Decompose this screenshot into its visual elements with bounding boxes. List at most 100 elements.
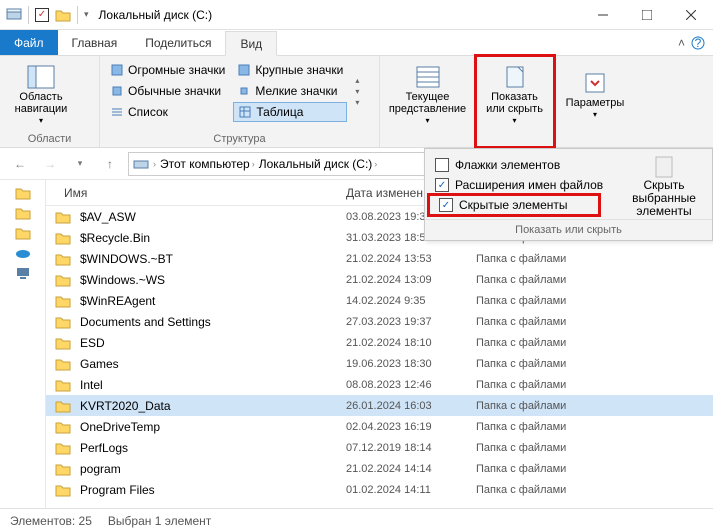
file-type: Папка с файлами bbox=[476, 463, 713, 475]
ribbon-collapse-icon[interactable]: ˄ bbox=[678, 36, 685, 50]
breadcrumb-root[interactable]: Этот компьютер › bbox=[160, 157, 255, 171]
file-type: Папка с файлами bbox=[476, 337, 713, 349]
breadcrumb-drive[interactable]: Локальный диск (C:) › bbox=[259, 157, 378, 171]
table-row[interactable]: Documents and Settings27.03.2023 19:37Па… bbox=[46, 311, 713, 332]
icons-icon bbox=[110, 63, 124, 77]
table-row[interactable]: OneDriveTemp02.04.2023 16:19Папка с файл… bbox=[46, 416, 713, 437]
folder-icon[interactable] bbox=[15, 206, 31, 220]
checkbox-icon bbox=[435, 158, 449, 172]
table-row[interactable]: Games19.06.2023 18:30Папка с файлами bbox=[46, 353, 713, 374]
folder-icon bbox=[55, 8, 71, 22]
separator bbox=[77, 6, 78, 24]
hide-selected-button[interactable]: Скрыть выбранные элементы bbox=[624, 155, 704, 219]
options-button[interactable]: Параметры ▾ bbox=[560, 60, 630, 130]
table-row[interactable]: KVRT2020_Data26.01.2024 16:03Папка с фай… bbox=[46, 395, 713, 416]
help-icon[interactable]: ? bbox=[691, 36, 705, 50]
close-button[interactable] bbox=[669, 0, 713, 29]
maximize-button[interactable] bbox=[625, 0, 669, 29]
file-type: Папка с файлами bbox=[476, 358, 713, 370]
qat-dropdown-icon[interactable]: ▾ bbox=[84, 9, 89, 20]
file-date: 21.02.2024 18:10 bbox=[346, 337, 476, 349]
tab-share[interactable]: Поделиться bbox=[131, 30, 225, 55]
options-icon bbox=[581, 71, 609, 95]
onedrive-icon[interactable] bbox=[15, 246, 31, 260]
nav-up-button[interactable]: ↑ bbox=[98, 152, 122, 176]
separator bbox=[28, 6, 29, 24]
expand-icon[interactable]: ▾ bbox=[355, 98, 359, 107]
file-name: $Recycle.Bin bbox=[80, 231, 346, 245]
nav-forward-button[interactable]: → bbox=[38, 152, 62, 176]
file-name: KVRT2020_Data bbox=[80, 399, 346, 413]
folder-tree[interactable] bbox=[0, 180, 46, 508]
file-name: Intel bbox=[80, 378, 346, 392]
dropdown-footer: Показать или скрыть bbox=[425, 219, 712, 238]
svg-text:?: ? bbox=[695, 36, 702, 50]
folder-icon bbox=[46, 315, 80, 329]
table-row[interactable]: Program Files01.02.2024 14:11Папка с фай… bbox=[46, 479, 713, 500]
file-date: 19.06.2023 18:30 bbox=[346, 358, 476, 370]
folder-icon bbox=[46, 420, 80, 434]
file-name: $Windows.~WS bbox=[80, 273, 346, 287]
file-date: 02.04.2023 16:19 bbox=[346, 421, 476, 433]
show-hide-dropdown: Флажки элементов Расширения имен файлов … bbox=[424, 148, 713, 241]
tab-home[interactable]: Главная bbox=[58, 30, 132, 55]
chevron-right-icon[interactable]: › bbox=[153, 159, 156, 169]
window-title: Локальный диск (C:) bbox=[95, 8, 581, 22]
folder-icon bbox=[46, 336, 80, 350]
show-hide-button[interactable]: Показать или скрыть ▾ bbox=[482, 60, 547, 130]
file-name: $WinREAgent bbox=[80, 294, 346, 308]
table-row[interactable]: $Windows.~WS21.02.2024 13:09Папка с файл… bbox=[46, 269, 713, 290]
current-view-button[interactable]: Текущее представление ▾ bbox=[393, 60, 463, 130]
qat-checkbox-icon[interactable] bbox=[35, 8, 49, 22]
chevron-down-icon: ▾ bbox=[39, 117, 43, 126]
drive-icon bbox=[133, 157, 149, 171]
nav-history-button[interactable]: ▾ bbox=[68, 152, 92, 176]
status-item-count: Элементов: 25 bbox=[10, 514, 92, 528]
checkbox-checked-icon bbox=[439, 198, 453, 212]
tab-file[interactable]: Файл bbox=[0, 30, 58, 55]
file-date: 27.03.2023 19:37 bbox=[346, 316, 476, 328]
this-pc-icon[interactable] bbox=[15, 266, 31, 280]
file-type: Папка с файлами bbox=[476, 379, 713, 391]
minimize-button[interactable] bbox=[581, 0, 625, 29]
tab-view[interactable]: Вид bbox=[225, 31, 277, 56]
column-name[interactable]: Имя bbox=[46, 186, 346, 200]
folder-icon[interactable] bbox=[15, 226, 31, 240]
folder-icon bbox=[46, 483, 80, 497]
toggle-hidden-items[interactable]: Скрытые элементы bbox=[429, 195, 599, 215]
scroll-down-icon[interactable]: ▾ bbox=[355, 87, 359, 96]
table-row[interactable]: Intel08.08.2023 12:46Папка с файлами bbox=[46, 374, 713, 395]
icons-icon bbox=[237, 84, 251, 98]
file-date: 07.12.2019 18:14 bbox=[346, 442, 476, 454]
group-label: Области bbox=[6, 131, 93, 145]
layout-medium-icons[interactable]: Обычные значки bbox=[106, 81, 229, 101]
layout-huge-icons[interactable]: Огромные значки bbox=[106, 60, 229, 80]
navigation-pane-button[interactable]: Область навигации ▾ bbox=[6, 60, 76, 130]
table-row[interactable]: ESD21.02.2024 18:10Папка с файлами bbox=[46, 332, 713, 353]
table-row[interactable]: $WINDOWS.~BT21.02.2024 13:53Папка с файл… bbox=[46, 248, 713, 269]
chevron-down-icon: ▾ bbox=[593, 111, 597, 120]
scroll-up-icon[interactable]: ▴ bbox=[355, 76, 359, 85]
file-type: Папка с файлами bbox=[476, 421, 713, 433]
folder-icon bbox=[46, 273, 80, 287]
nav-back-button[interactable]: ← bbox=[8, 152, 32, 176]
table-row[interactable]: $WinREAgent14.02.2024 9:35Папка с файлам… bbox=[46, 290, 713, 311]
folder-icon[interactable] bbox=[15, 186, 31, 200]
list-icon bbox=[110, 105, 124, 119]
table-row[interactable]: PerfLogs07.12.2019 18:14Папка с файлами bbox=[46, 437, 713, 458]
folder-icon bbox=[46, 357, 80, 371]
folder-icon bbox=[46, 441, 80, 455]
table-row[interactable]: pogram21.02.2024 14:14Папка с файлами bbox=[46, 458, 713, 479]
layout-small-icons[interactable]: Мелкие значки bbox=[233, 81, 347, 101]
file-date: 08.08.2023 12:46 bbox=[346, 379, 476, 391]
folder-icon bbox=[46, 252, 80, 266]
icons-icon bbox=[237, 63, 251, 77]
layout-list[interactable]: Список bbox=[106, 102, 229, 122]
status-selection: Выбран 1 элемент bbox=[108, 514, 211, 528]
layout-large-icons[interactable]: Крупные значки bbox=[233, 60, 347, 80]
file-name: pogram bbox=[80, 462, 346, 476]
layout-table[interactable]: Таблица bbox=[233, 102, 347, 122]
file-date: 01.02.2024 14:11 bbox=[346, 484, 476, 496]
chevron-right-icon: › bbox=[252, 159, 255, 169]
file-date: 21.02.2024 13:53 bbox=[346, 253, 476, 265]
